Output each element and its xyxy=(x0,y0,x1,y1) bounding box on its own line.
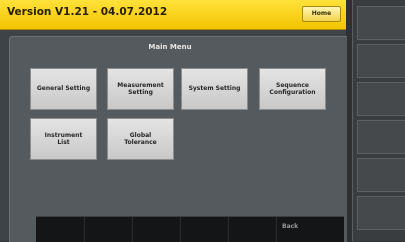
measurement-setting-button[interactable]: Measurement Setting xyxy=(107,68,174,110)
side-softkey[interactable] xyxy=(357,196,405,230)
system-setting-button[interactable]: System Setting xyxy=(181,68,248,110)
side-softkey[interactable] xyxy=(357,6,405,40)
softkey-divider xyxy=(84,217,85,242)
side-softkey[interactable] xyxy=(357,158,405,192)
sequence-configuration-button[interactable]: Sequence Configuration xyxy=(259,68,326,110)
side-softkey[interactable] xyxy=(357,44,405,78)
global-tolerance-button[interactable]: Global Tolerance xyxy=(107,118,174,160)
main-menu-title: Main Menu xyxy=(148,43,192,51)
side-softkey[interactable] xyxy=(357,120,405,154)
general-setting-button[interactable]: General Setting xyxy=(30,68,97,110)
main-screen: Version V1.21 - 04.07.2012 Home Main Men… xyxy=(0,0,347,242)
softkey-divider xyxy=(276,217,277,242)
softkey-divider xyxy=(228,217,229,242)
softkey-divider xyxy=(132,217,133,242)
instrument-list-button[interactable]: Instrument List xyxy=(30,118,97,160)
home-button[interactable]: Home xyxy=(302,6,341,22)
side-softkey-panel xyxy=(352,0,405,241)
version-title: Version V1.21 - 04.07.2012 xyxy=(7,6,168,18)
side-softkey[interactable] xyxy=(357,82,405,116)
back-button[interactable]: Back xyxy=(282,223,298,230)
softkey-divider xyxy=(180,217,181,242)
title-bar: Version V1.21 - 04.07.2012 Home xyxy=(0,0,346,30)
